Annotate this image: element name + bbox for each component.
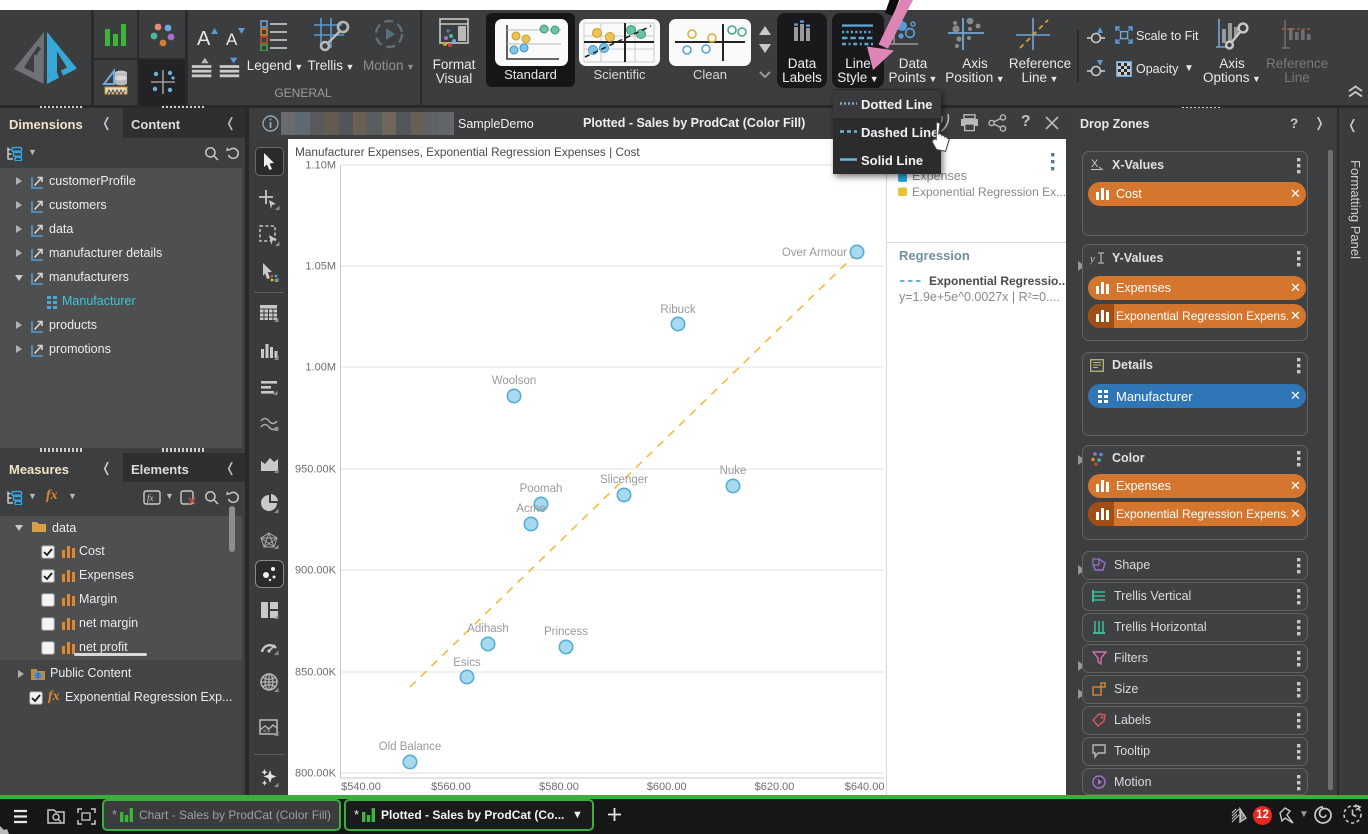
- svg-text:$640.00: $640.00: [845, 781, 885, 793]
- svg-text:$620.00: $620.00: [755, 781, 795, 793]
- svg-text:Regression: Regression: [899, 248, 970, 263]
- svg-text:Exponential Regressio...: Exponential Regressio...: [929, 274, 1066, 288]
- svg-text:Slicenger: Slicenger: [600, 474, 648, 486]
- svg-text:Acme: Acme: [516, 503, 545, 515]
- svg-text:Manufacturer Expenses, Exponen: Manufacturer Expenses, Exponential Regre…: [295, 145, 640, 159]
- svg-text:850.00K: 850.00K: [295, 667, 337, 679]
- svg-text:A: A: [226, 30, 238, 49]
- svg-text:X: X: [1091, 158, 1099, 170]
- svg-text:Princess: Princess: [544, 626, 588, 638]
- svg-text:$540.00: $540.00: [341, 781, 381, 793]
- svg-text:fx: fx: [147, 493, 154, 503]
- svg-text:Poomah: Poomah: [520, 483, 563, 495]
- svg-text:$560.00: $560.00: [431, 781, 471, 793]
- svg-text:A: A: [197, 28, 211, 50]
- svg-text:950.00K: 950.00K: [295, 464, 337, 476]
- svg-text:Adihash: Adihash: [467, 623, 509, 635]
- svg-text:Woolson: Woolson: [492, 375, 537, 387]
- svg-text:Exponential Regression Ex...: Exponential Regression Ex...: [912, 185, 1066, 199]
- svg-text:$580.00: $580.00: [539, 781, 579, 793]
- svg-text:$600.00: $600.00: [647, 781, 687, 793]
- svg-text:Esics: Esics: [453, 657, 481, 669]
- svg-text:1.10M: 1.10M: [305, 160, 336, 172]
- svg-text:»: »: [446, 26, 451, 35]
- svg-text:Old Balance: Old Balance: [379, 741, 442, 753]
- svg-text:Nuke: Nuke: [720, 465, 747, 477]
- svg-text:900.00K: 900.00K: [295, 565, 337, 577]
- svg-text:Over Armour: Over Armour: [782, 247, 847, 259]
- svg-text:1.05M: 1.05M: [305, 261, 336, 273]
- svg-text:1.00M: 1.00M: [305, 362, 336, 374]
- svg-text:y: y: [1090, 253, 1095, 265]
- svg-text:<>: <>: [263, 729, 271, 735]
- svg-text:800.00K: 800.00K: [295, 768, 337, 780]
- svg-text:Ribuck: Ribuck: [660, 304, 695, 316]
- svg-text:y=1.9e+5e^0.0027x | R²=0....: y=1.9e+5e^0.0027x | R²=0....: [899, 290, 1060, 304]
